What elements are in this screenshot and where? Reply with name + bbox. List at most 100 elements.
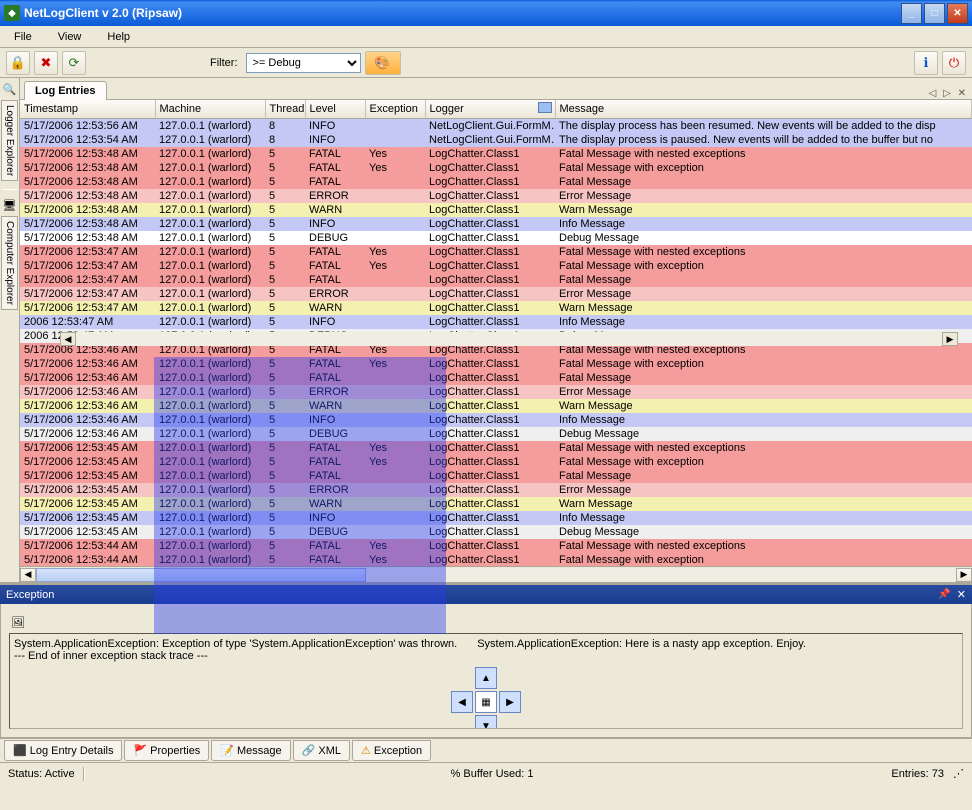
resize-grip-icon[interactable]: ⋰ — [944, 767, 964, 780]
table-row[interactable]: 5/17/2006 12:53:45 AM127.0.0.1 (warlord)… — [20, 511, 972, 525]
table-row[interactable]: 2006 12:53:47 AM127.0.0.1 (warlord)5INFO… — [20, 315, 972, 329]
cell-ex — [365, 413, 425, 427]
col-thread[interactable]: Thread — [265, 100, 305, 118]
cell-th: 5 — [265, 413, 305, 427]
info-button[interactable]: ℹ — [914, 51, 938, 75]
table-row[interactable]: 5/17/2006 12:53:46 AM127.0.0.1 (warlord)… — [20, 385, 972, 399]
table-row[interactable]: 5/17/2006 12:53:54 AM127.0.0.1 (warlord)… — [20, 133, 972, 147]
clear-button[interactable]: ✖ — [34, 51, 58, 75]
tab-nav-controls[interactable]: ◁ ▷ ✕ — [929, 88, 968, 99]
power-button[interactable]: ⏻ — [942, 51, 966, 75]
dock-up-icon[interactable]: ▲ — [475, 667, 497, 689]
table-row[interactable]: 5/17/2006 12:53:47 AM127.0.0.1 (warlord)… — [20, 245, 972, 259]
table-row[interactable]: 5/17/2006 12:53:45 AM127.0.0.1 (warlord)… — [20, 469, 972, 483]
cell-lv: DEBUG — [305, 525, 365, 539]
cell-mc: 127.0.0.1 (warlord) — [155, 133, 265, 147]
dock-navigator[interactable]: ▲ ◀▦▶ ▼ — [451, 667, 521, 729]
table-row[interactable]: 5/17/2006 12:53:44 AM127.0.0.1 (warlord)… — [20, 553, 972, 567]
cell-ex — [365, 511, 425, 525]
dock-right-icon[interactable]: ▶ — [499, 691, 521, 713]
cell-ts: 5/17/2006 12:53:47 AM — [20, 301, 155, 315]
pin-icon[interactable]: 📌 — [938, 589, 950, 600]
tab-log-entries[interactable]: Log Entries — [24, 81, 107, 100]
scroll-track[interactable] — [366, 568, 956, 582]
cell-ts: 5/17/2006 12:53:48 AM — [20, 147, 155, 161]
exception-panel-title[interactable]: Exception 📌 ✕ — [0, 585, 972, 604]
menu-file[interactable]: File — [8, 29, 38, 45]
column-dock-icon[interactable] — [538, 102, 552, 113]
grid-header-row[interactable]: Timestamp Machine Thread Level Exception… — [20, 100, 972, 118]
col-exception[interactable]: Exception — [365, 100, 425, 118]
cell-lg: NetLogClient.Gui.FormM… — [425, 133, 555, 147]
cell-lg: LogChatter.Class1 — [425, 483, 555, 497]
cell-ts: 5/17/2006 12:53:47 AM — [20, 273, 155, 287]
maximize-button[interactable]: □ — [924, 3, 945, 24]
scroll-left-icon[interactable]: ◀ — [60, 332, 76, 346]
table-row[interactable]: 5/17/2006 12:53:46 AM127.0.0.1 (warlord)… — [20, 399, 972, 413]
close-button[interactable]: ✕ — [947, 3, 968, 24]
table-row[interactable]: 5/17/2006 12:53:48 AM127.0.0.1 (warlord)… — [20, 175, 972, 189]
minimize-button[interactable]: _ — [901, 3, 922, 24]
table-row[interactable]: 5/17/2006 12:53:46 AM127.0.0.1 (warlord)… — [20, 427, 972, 441]
table-row[interactable]: 5/17/2006 12:53:44 AM127.0.0.1 (warlord)… — [20, 539, 972, 553]
scroll-track[interactable] — [76, 332, 942, 346]
table-row[interactable]: 5/17/2006 12:53:45 AM127.0.0.1 (warlord)… — [20, 525, 972, 539]
scroll-right-icon[interactable]: ▶ — [942, 332, 958, 346]
col-level[interactable]: Level — [305, 100, 365, 118]
table-row[interactable]: 5/17/2006 12:53:48 AM127.0.0.1 (warlord)… — [20, 231, 972, 245]
scroll-left-icon[interactable]: ◀ — [20, 568, 36, 582]
cell-ex — [365, 315, 425, 329]
tab-log-entry-details[interactable]: ⬛Log Entry Details — [4, 740, 122, 761]
search-icon[interactable]: 🔍 — [3, 82, 17, 96]
status-text: Status: Active — [8, 768, 75, 780]
panel-close-icon[interactable]: ✕ — [957, 588, 966, 601]
table-row[interactable]: 5/17/2006 12:53:48 AM127.0.0.1 (warlord)… — [20, 161, 972, 175]
filter-select[interactable]: >= Debug — [246, 53, 361, 73]
cell-ex — [365, 525, 425, 539]
tab-xml[interactable]: 🔗XML — [293, 740, 350, 761]
dock-left-icon[interactable]: ◀ — [451, 691, 473, 713]
sidebar-tab-computer-explorer[interactable]: Computer Explorer — [1, 216, 18, 310]
toolbar: 🔒 ✖ ⟳ Filter: >= Debug 🎨 ℹ ⏻ — [0, 48, 972, 78]
tab-properties[interactable]: 🚩Properties — [124, 740, 209, 761]
menu-view[interactable]: View — [52, 29, 88, 45]
table-row[interactable]: 5/17/2006 12:53:48 AM127.0.0.1 (warlord)… — [20, 203, 972, 217]
table-row[interactable]: 5/17/2006 12:53:45 AM127.0.0.1 (warlord)… — [20, 483, 972, 497]
scroll-thumb[interactable] — [36, 568, 366, 582]
dock-center-icon[interactable]: ▦ — [475, 691, 497, 713]
dock-down-icon[interactable]: ▼ — [475, 715, 497, 729]
table-row[interactable]: 5/17/2006 12:53:46 AM127.0.0.1 (warlord)… — [20, 357, 972, 371]
cell-th: 8 — [265, 133, 305, 147]
col-machine[interactable]: Machine — [155, 100, 265, 118]
lock-button[interactable]: 🔒 — [6, 51, 30, 75]
table-row[interactable]: 5/17/2006 12:53:48 AM127.0.0.1 (warlord)… — [20, 217, 972, 231]
col-message[interactable]: Message — [555, 100, 972, 118]
palette-button[interactable]: 🎨 — [365, 51, 401, 75]
table-row[interactable]: 5/17/2006 12:53:47 AM127.0.0.1 (warlord)… — [20, 287, 972, 301]
table-row[interactable]: 5/17/2006 12:53:48 AM127.0.0.1 (warlord)… — [20, 189, 972, 203]
cell-ts: 5/17/2006 12:53:47 AM — [20, 245, 155, 259]
cell-ex — [365, 301, 425, 315]
table-row[interactable]: 5/17/2006 12:53:45 AM127.0.0.1 (warlord)… — [20, 455, 972, 469]
table-row[interactable]: 5/17/2006 12:53:46 AM127.0.0.1 (warlord)… — [20, 413, 972, 427]
col-logger[interactable]: Logger — [425, 100, 555, 118]
tab-exception[interactable]: ⚠Exception — [352, 740, 431, 761]
menu-help[interactable]: Help — [101, 29, 136, 45]
cell-ts: 5/17/2006 12:53:45 AM — [20, 441, 155, 455]
inner-horizontal-scroll[interactable]: ◀ ▶ — [60, 332, 958, 346]
table-row[interactable]: 5/17/2006 12:53:56 AM127.0.0.1 (warlord)… — [20, 118, 972, 133]
table-row[interactable]: 5/17/2006 12:53:47 AM127.0.0.1 (warlord)… — [20, 273, 972, 287]
col-timestamp[interactable]: Timestamp — [20, 100, 155, 118]
refresh-button[interactable]: ⟳ — [62, 51, 86, 75]
table-row[interactable]: 5/17/2006 12:53:47 AM127.0.0.1 (warlord)… — [20, 301, 972, 315]
table-row[interactable]: 5/17/2006 12:53:47 AM127.0.0.1 (warlord)… — [20, 259, 972, 273]
scroll-right-icon[interactable]: ▶ — [956, 568, 972, 582]
computer-icon[interactable]: 🖥 — [3, 198, 17, 212]
table-row[interactable]: 5/17/2006 12:53:45 AM127.0.0.1 (warlord)… — [20, 497, 972, 511]
sidebar-tab-logger-explorer[interactable]: Logger Explorer — [1, 100, 18, 181]
horizontal-scrollbar[interactable]: ◀ ▶ — [20, 566, 972, 582]
tab-message[interactable]: 📝Message — [211, 740, 290, 761]
table-row[interactable]: 5/17/2006 12:53:46 AM127.0.0.1 (warlord)… — [20, 371, 972, 385]
table-row[interactable]: 5/17/2006 12:53:48 AM127.0.0.1 (warlord)… — [20, 147, 972, 161]
table-row[interactable]: 5/17/2006 12:53:45 AM127.0.0.1 (warlord)… — [20, 441, 972, 455]
